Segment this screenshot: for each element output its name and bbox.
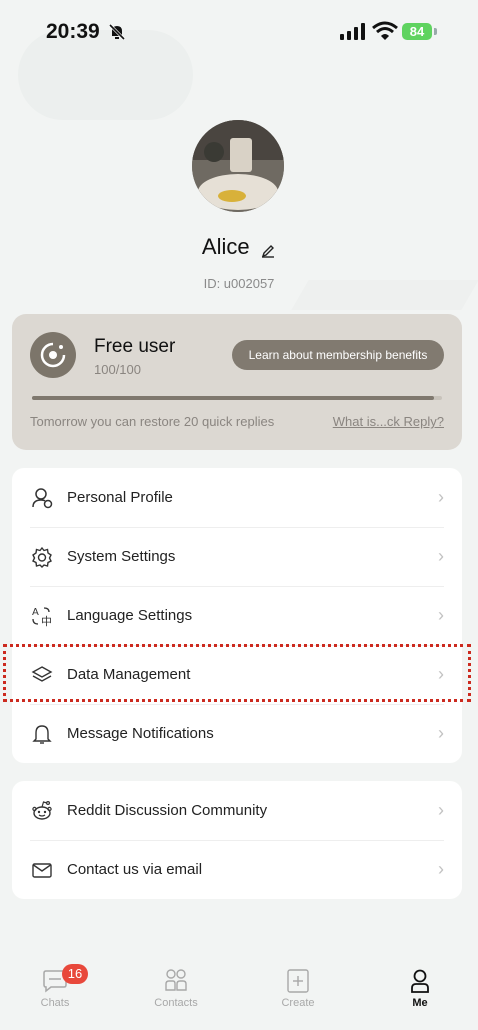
status-bar: 20:39 84 bbox=[0, 0, 478, 62]
translate-icon: A中 bbox=[30, 604, 54, 628]
membership-quota: 100/100 bbox=[94, 362, 141, 377]
community-menu: Reddit Discussion Community › Contact us… bbox=[12, 781, 462, 899]
unread-badge: 16 bbox=[62, 964, 88, 984]
tab-label: Contacts bbox=[154, 997, 198, 1009]
quick-reply-info-link[interactable]: What is...ck Reply? bbox=[333, 414, 444, 429]
battery-indicator: 84 bbox=[402, 23, 432, 40]
membership-card: Free user 100/100 Learn about membership… bbox=[12, 314, 462, 450]
chevron-right-icon: › bbox=[438, 546, 444, 566]
menu-label: Personal Profile bbox=[67, 489, 173, 506]
chevron-right-icon: › bbox=[438, 487, 444, 507]
menu-item-message-notifications[interactable]: Message Notifications › bbox=[12, 704, 462, 763]
menu-label: System Settings bbox=[67, 548, 176, 565]
avatar[interactable] bbox=[192, 120, 284, 212]
bell-icon bbox=[30, 722, 54, 746]
plus-square-icon bbox=[253, 968, 343, 994]
person-icon bbox=[30, 486, 54, 510]
tab-contacts[interactable]: Contacts bbox=[131, 968, 221, 1009]
profile-name-row: Alice bbox=[0, 234, 478, 260]
chevron-right-icon: › bbox=[438, 723, 444, 743]
settings-menu: Personal Profile › System Settings › A中 … bbox=[12, 468, 462, 763]
membership-benefits-button[interactable]: Learn about membership benefits bbox=[232, 340, 444, 370]
target-icon bbox=[40, 342, 66, 368]
mail-icon bbox=[30, 858, 54, 882]
menu-item-system-settings[interactable]: System Settings › bbox=[12, 527, 462, 586]
quota-progress-bar bbox=[32, 396, 442, 400]
menu-label: Language Settings bbox=[67, 607, 193, 624]
profile-name: Alice bbox=[201, 234, 250, 259]
menu-item-personal-profile[interactable]: Personal Profile › bbox=[12, 468, 462, 527]
contacts-icon bbox=[131, 968, 221, 994]
chevron-right-icon: › bbox=[438, 800, 444, 820]
menu-label: Contact us via email bbox=[67, 861, 203, 878]
tab-me[interactable]: Me bbox=[375, 968, 465, 1009]
svg-text:中: 中 bbox=[41, 615, 52, 627]
signal-icon bbox=[340, 23, 365, 40]
chevron-right-icon: › bbox=[438, 605, 444, 625]
muted-bell-icon bbox=[108, 23, 126, 41]
menu-label: Reddit Discussion Community bbox=[67, 802, 268, 819]
menu-item-language-settings[interactable]: A中 Language Settings › bbox=[12, 586, 462, 645]
profile-id: ID: u002057 bbox=[203, 276, 275, 291]
tab-label: Create bbox=[281, 997, 315, 1009]
quota-progress-fill bbox=[32, 396, 434, 400]
membership-title: Free user bbox=[94, 336, 176, 357]
menu-item-reddit-community[interactable]: Reddit Discussion Community › bbox=[12, 781, 462, 840]
person-icon bbox=[375, 968, 465, 994]
tab-label: Me bbox=[412, 997, 428, 1009]
chevron-right-icon: › bbox=[438, 859, 444, 879]
tab-create[interactable]: Create bbox=[253, 968, 343, 1009]
highlight-box bbox=[3, 644, 471, 702]
tab-bar: 16 Chats Contacts Create Me bbox=[0, 960, 478, 1030]
wifi-icon bbox=[372, 21, 398, 40]
membership-logo bbox=[30, 332, 76, 378]
menu-item-contact-email[interactable]: Contact us via email › bbox=[12, 840, 462, 899]
tab-chats[interactable]: 16 Chats bbox=[10, 964, 100, 1009]
svg-text:A: A bbox=[32, 607, 39, 618]
edit-pencil-icon[interactable] bbox=[260, 242, 276, 258]
avatar-photo bbox=[192, 120, 284, 212]
restore-info-text: Tomorrow you can restore 20 quick replie… bbox=[30, 414, 275, 429]
status-time: 20:39 bbox=[46, 20, 100, 43]
tab-label: Chats bbox=[40, 997, 70, 1009]
battery-tip bbox=[434, 28, 437, 35]
menu-label: Message Notifications bbox=[67, 725, 214, 742]
gear-icon bbox=[30, 545, 54, 569]
reddit-icon bbox=[30, 799, 54, 823]
